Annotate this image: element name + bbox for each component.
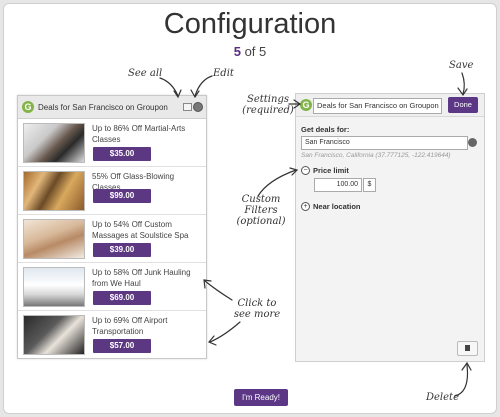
arrow-delete bbox=[454, 364, 469, 397]
arrowhead-save bbox=[457, 87, 468, 97]
arrow-see-more-up bbox=[204, 280, 233, 301]
arrow-see-more-down bbox=[209, 321, 241, 343]
annotation-arrows bbox=[159, 72, 472, 397]
arrow-save bbox=[461, 72, 465, 95]
arrowhead-delete bbox=[461, 361, 472, 371]
arrow-custom-filters bbox=[257, 169, 297, 197]
arrowhead-edit bbox=[190, 89, 200, 99]
